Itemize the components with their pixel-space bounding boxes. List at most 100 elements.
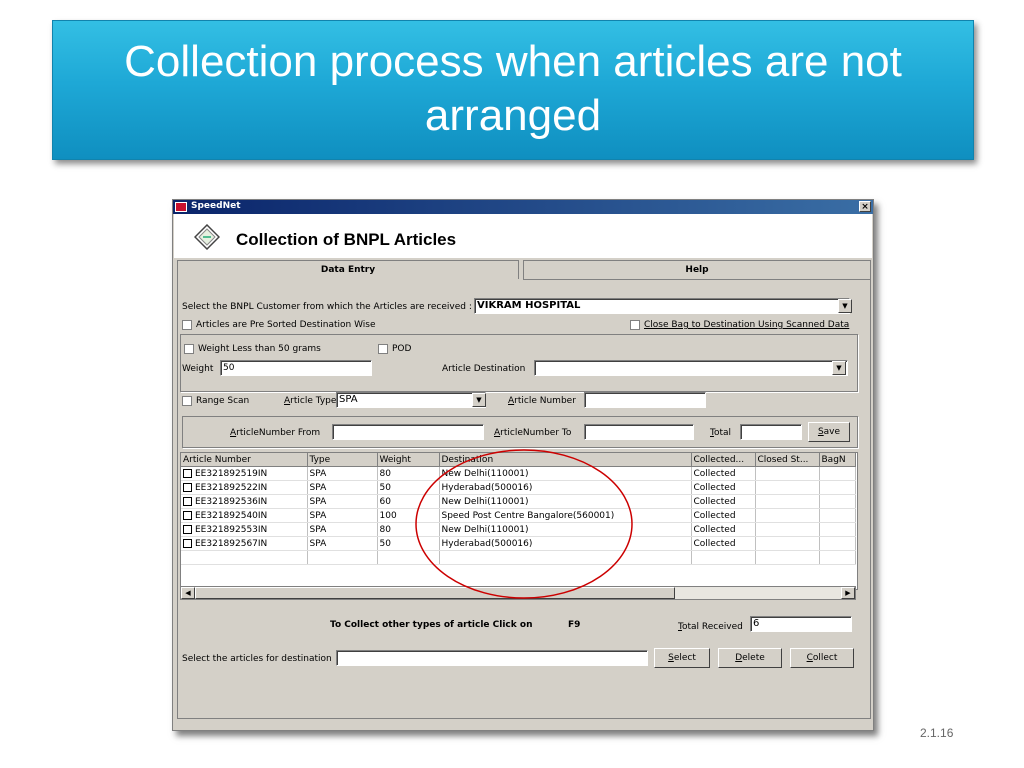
scroll-right-arrow-icon[interactable]: ▶ xyxy=(841,587,855,599)
article-type-arrow[interactable]: ▼ xyxy=(472,393,486,407)
total-received-label-rest: otal Received xyxy=(681,622,743,632)
cell-type: SPA xyxy=(307,466,378,481)
row-checkbox[interactable] xyxy=(183,524,192,534)
weight-input[interactable]: 50 xyxy=(220,360,372,376)
cell-type: SPA xyxy=(307,508,378,523)
pod-label: POD xyxy=(392,344,412,354)
article-number-to-input[interactable] xyxy=(584,424,694,440)
presorted-label: Articles are Pre Sorted Destination Wise xyxy=(196,320,376,330)
range-scan-checkbox[interactable] xyxy=(182,396,192,406)
cell-article-number: EE321892540IN xyxy=(181,508,308,523)
pod-checkbox[interactable] xyxy=(378,344,388,354)
col-bag-number[interactable]: BagN xyxy=(819,453,856,467)
article-number-text: EE321892522IN xyxy=(195,482,268,493)
cell-closed-status xyxy=(755,494,820,509)
select-label-rest: elect xyxy=(673,653,696,663)
window-title: SpeedNet xyxy=(191,201,241,211)
row-checkbox[interactable] xyxy=(183,510,192,520)
row-checkbox[interactable] xyxy=(183,468,192,478)
cell-collected: Collected xyxy=(691,522,756,537)
total-received-label: Total Received xyxy=(678,622,743,632)
cell-bag-number xyxy=(819,508,856,523)
cell-empty xyxy=(755,550,820,565)
cell-closed-status xyxy=(755,466,820,481)
col-closed-status[interactable]: Closed St... xyxy=(755,453,820,467)
from-label-rest: rticleNumber From xyxy=(236,428,321,438)
cell-empty xyxy=(181,550,308,565)
speednet-window: SpeedNet × Collection of BNPL Articles D… xyxy=(172,199,874,731)
customer-dropdown-arrow[interactable]: ▼ xyxy=(838,299,852,313)
title-banner: Collection process when articles are not… xyxy=(52,20,974,160)
select-destination-label: Select the articles for destination xyxy=(182,654,332,664)
cell-empty xyxy=(819,550,856,565)
cell-bag-number xyxy=(819,494,856,509)
col-article-number[interactable]: Article Number xyxy=(181,453,308,467)
cell-article-number: EE321892519IN xyxy=(181,466,308,481)
window-titlebar: SpeedNet × xyxy=(173,200,873,214)
cell-closed-status xyxy=(755,480,820,495)
collect-button[interactable]: Collect xyxy=(790,648,854,668)
scroll-left-arrow-icon[interactable]: ◀ xyxy=(181,587,195,599)
article-destination-dropdown[interactable] xyxy=(534,360,848,376)
article-number-from-input[interactable] xyxy=(332,424,484,440)
col-type[interactable]: Type xyxy=(307,453,378,467)
close-bag-label: Close Bag to Destination Using Scanned D… xyxy=(644,320,850,330)
app-icon xyxy=(175,202,187,212)
total-received-input[interactable]: 6 xyxy=(750,616,852,632)
collect-label-rest: ollect xyxy=(812,653,838,663)
article-number-text: EE321892567IN xyxy=(195,538,268,549)
tab-help[interactable]: Help xyxy=(523,260,871,280)
cell-article-number: EE321892553IN xyxy=(181,522,308,537)
cell-closed-status xyxy=(755,508,820,523)
customer-dropdown[interactable]: VIKRAM HOSPITAL xyxy=(474,298,850,314)
cell-bag-number xyxy=(819,522,856,537)
save-button[interactable]: Save xyxy=(808,422,850,442)
row-checkbox[interactable] xyxy=(183,538,192,548)
total-label-rest: otal xyxy=(713,428,732,438)
article-number-from-label: ArticleNumber From xyxy=(230,428,320,438)
article-number-label: Article Number xyxy=(508,396,576,406)
select-button[interactable]: Select xyxy=(654,648,710,668)
weight-label: Weight xyxy=(182,364,214,374)
cell-article-number: EE321892522IN xyxy=(181,480,308,495)
select-destination-input[interactable] xyxy=(336,650,648,666)
collection-diamond-icon xyxy=(194,224,220,250)
article-number-text: EE321892536IN xyxy=(195,496,268,507)
article-number-text: EE321892540IN xyxy=(195,510,268,521)
article-number-text: EE321892553IN xyxy=(195,524,268,535)
cell-closed-status xyxy=(755,522,820,537)
article-number-to-label: ArticleNumber To xyxy=(494,428,571,438)
article-number-input[interactable] xyxy=(584,392,706,408)
cell-type: SPA xyxy=(307,522,378,537)
slide-number: 2.1.16 xyxy=(920,726,954,740)
cell-type: SPA xyxy=(307,480,378,495)
range-scan-label: Range Scan xyxy=(196,396,250,406)
total-input[interactable] xyxy=(740,424,802,440)
article-number-text: EE321892519IN xyxy=(195,468,268,479)
form-header: Collection of BNPL Articles xyxy=(174,214,872,258)
delete-button[interactable]: Delete xyxy=(718,648,782,668)
tab-data-entry[interactable]: Data Entry xyxy=(177,260,519,279)
total-label: Total xyxy=(710,428,731,438)
cell-empty xyxy=(307,550,378,565)
row-checkbox[interactable] xyxy=(183,496,192,506)
close-button[interactable]: × xyxy=(859,201,871,212)
cell-type: SPA xyxy=(307,494,378,509)
article-destination-arrow[interactable]: ▼ xyxy=(832,361,846,375)
slide-title: Collection process when articles are not… xyxy=(124,37,902,140)
cell-bag-number xyxy=(819,480,856,495)
row-checkbox[interactable] xyxy=(183,482,192,492)
cell-bag-number xyxy=(819,536,856,551)
customer-label: Select the BNPL Customer from which the … xyxy=(182,302,472,312)
cell-collected: Collected xyxy=(691,494,756,509)
weight-less-checkbox[interactable] xyxy=(184,344,194,354)
col-collected[interactable]: Collected... xyxy=(691,453,756,467)
delete-label-rest: elete xyxy=(742,653,765,663)
presorted-checkbox[interactable] xyxy=(182,320,192,330)
close-bag-checkbox[interactable] xyxy=(630,320,640,330)
article-type-label: Article Type xyxy=(284,396,336,406)
article-type-dropdown[interactable]: SPA xyxy=(336,392,486,408)
cell-collected: Collected xyxy=(691,480,756,495)
article-number-label-rest: rticle Number xyxy=(514,396,576,406)
cell-article-number: EE321892567IN xyxy=(181,536,308,551)
